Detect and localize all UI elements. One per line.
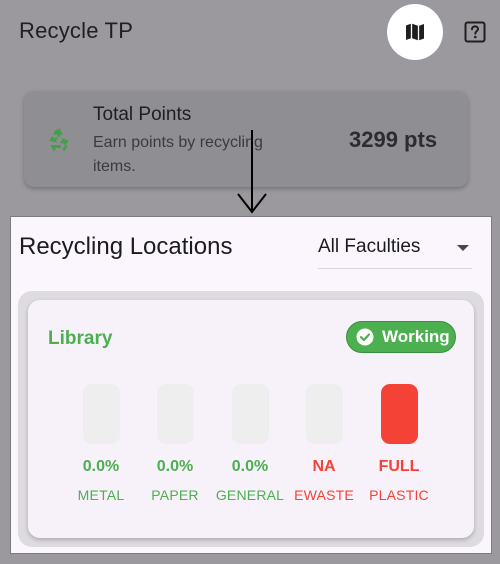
bin-type-label: PLASTIC: [369, 487, 429, 503]
bin-level-bar: [231, 384, 269, 444]
status-badge: Working: [346, 321, 456, 353]
bin-level-bar: [82, 384, 120, 444]
map-button[interactable]: [387, 4, 443, 60]
bin-plastic: FULL PLASTIC: [354, 384, 444, 503]
bin-level-bar: [156, 384, 194, 444]
bin-level-bar: [380, 384, 418, 444]
faculty-dropdown[interactable]: All Faculties: [318, 232, 472, 269]
down-arrow-icon: [237, 130, 267, 214]
app-title: Recycle TP: [19, 18, 134, 43]
points-value: 3299 pts: [349, 127, 438, 152]
dropdown-arrow-icon: [457, 245, 469, 251]
location-name: Library: [48, 328, 113, 349]
location-card[interactable]: Library Working 0.0% METAL 0.0% PAPER 0.…: [28, 300, 474, 538]
bin-list: 0.0% METAL 0.0% PAPER 0.0% GENERAL NA EW…: [70, 384, 470, 514]
check-circle-icon: [356, 328, 374, 346]
map-icon: [406, 23, 424, 41]
help-icon: [464, 21, 486, 43]
section-title: Recycling Locations: [19, 233, 233, 260]
faculty-dropdown-value: All Faculties: [318, 236, 421, 257]
help-button[interactable]: [462, 19, 488, 45]
bin-level-bar: [305, 384, 343, 444]
location-card-container: Library Working 0.0% METAL 0.0% PAPER 0.…: [18, 291, 484, 547]
bin-level-label: FULL: [378, 458, 420, 475]
recycling-locations-panel: Recycling Locations All Faculties Librar…: [10, 216, 492, 554]
recycle-icon: [49, 128, 69, 152]
app-bar: Recycle TP: [0, 0, 500, 70]
points-title: Total Points: [93, 104, 192, 125]
status-label: Working: [382, 327, 450, 346]
